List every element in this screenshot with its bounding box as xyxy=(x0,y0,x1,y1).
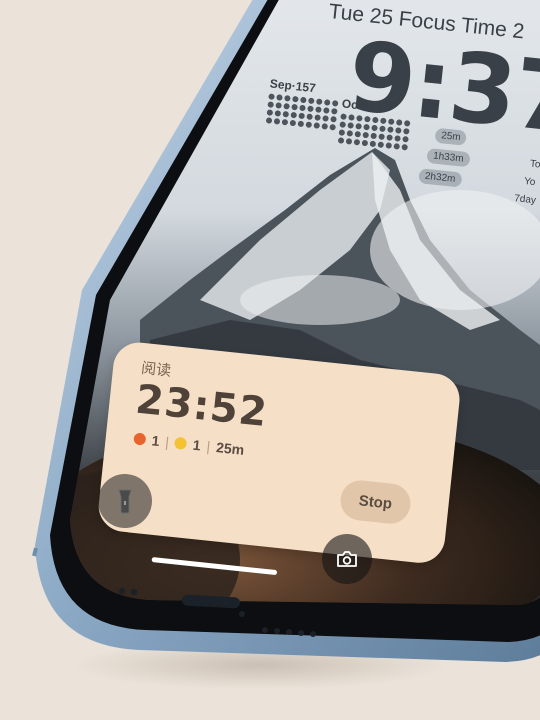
duration-pill: 1h33m xyxy=(426,147,471,168)
stop-button[interactable]: Stop xyxy=(338,478,413,526)
duration-pills: 25m 1h33m 2h32m xyxy=(418,124,473,191)
duration-value: 25m xyxy=(215,439,245,458)
divider: | xyxy=(205,438,212,455)
duration-pill: 2h32m xyxy=(418,168,463,188)
side-widget-text: To Yo 7day xyxy=(514,156,540,211)
calendar-widget-oct: Oct·134 xyxy=(337,96,413,151)
flashlight-icon xyxy=(118,489,132,514)
tomato-icon xyxy=(133,432,147,446)
lock-screen: Tue 25 Focus Time 2 9:37 Sep·157 Oct·134… xyxy=(0,0,540,720)
activity-timer: 23:52 xyxy=(133,376,270,437)
camera-button[interactable] xyxy=(322,534,372,584)
live-activity-card[interactable]: 阅读 23:52 1 | 1 | 25m Stop xyxy=(96,340,463,566)
side-line: 7day xyxy=(513,193,537,207)
tomato-count: 1 xyxy=(150,432,161,450)
side-line: To xyxy=(529,158,540,171)
camera-icon xyxy=(337,551,357,567)
lemon-icon xyxy=(174,436,188,450)
lemon-count: 1 xyxy=(192,436,202,454)
home-indicator[interactable] xyxy=(151,557,278,576)
activity-stats: 1 | 1 | 25m xyxy=(133,430,245,458)
divider: | xyxy=(164,433,170,451)
calendar-widget-sep: Sep·157 xyxy=(265,76,341,131)
flashlight-button[interactable] xyxy=(98,474,152,528)
side-line: Yo xyxy=(523,176,536,189)
duration-pill: 25m xyxy=(434,127,468,146)
calendar-dot-grid xyxy=(265,93,339,131)
calendar-dot-grid xyxy=(337,113,411,151)
